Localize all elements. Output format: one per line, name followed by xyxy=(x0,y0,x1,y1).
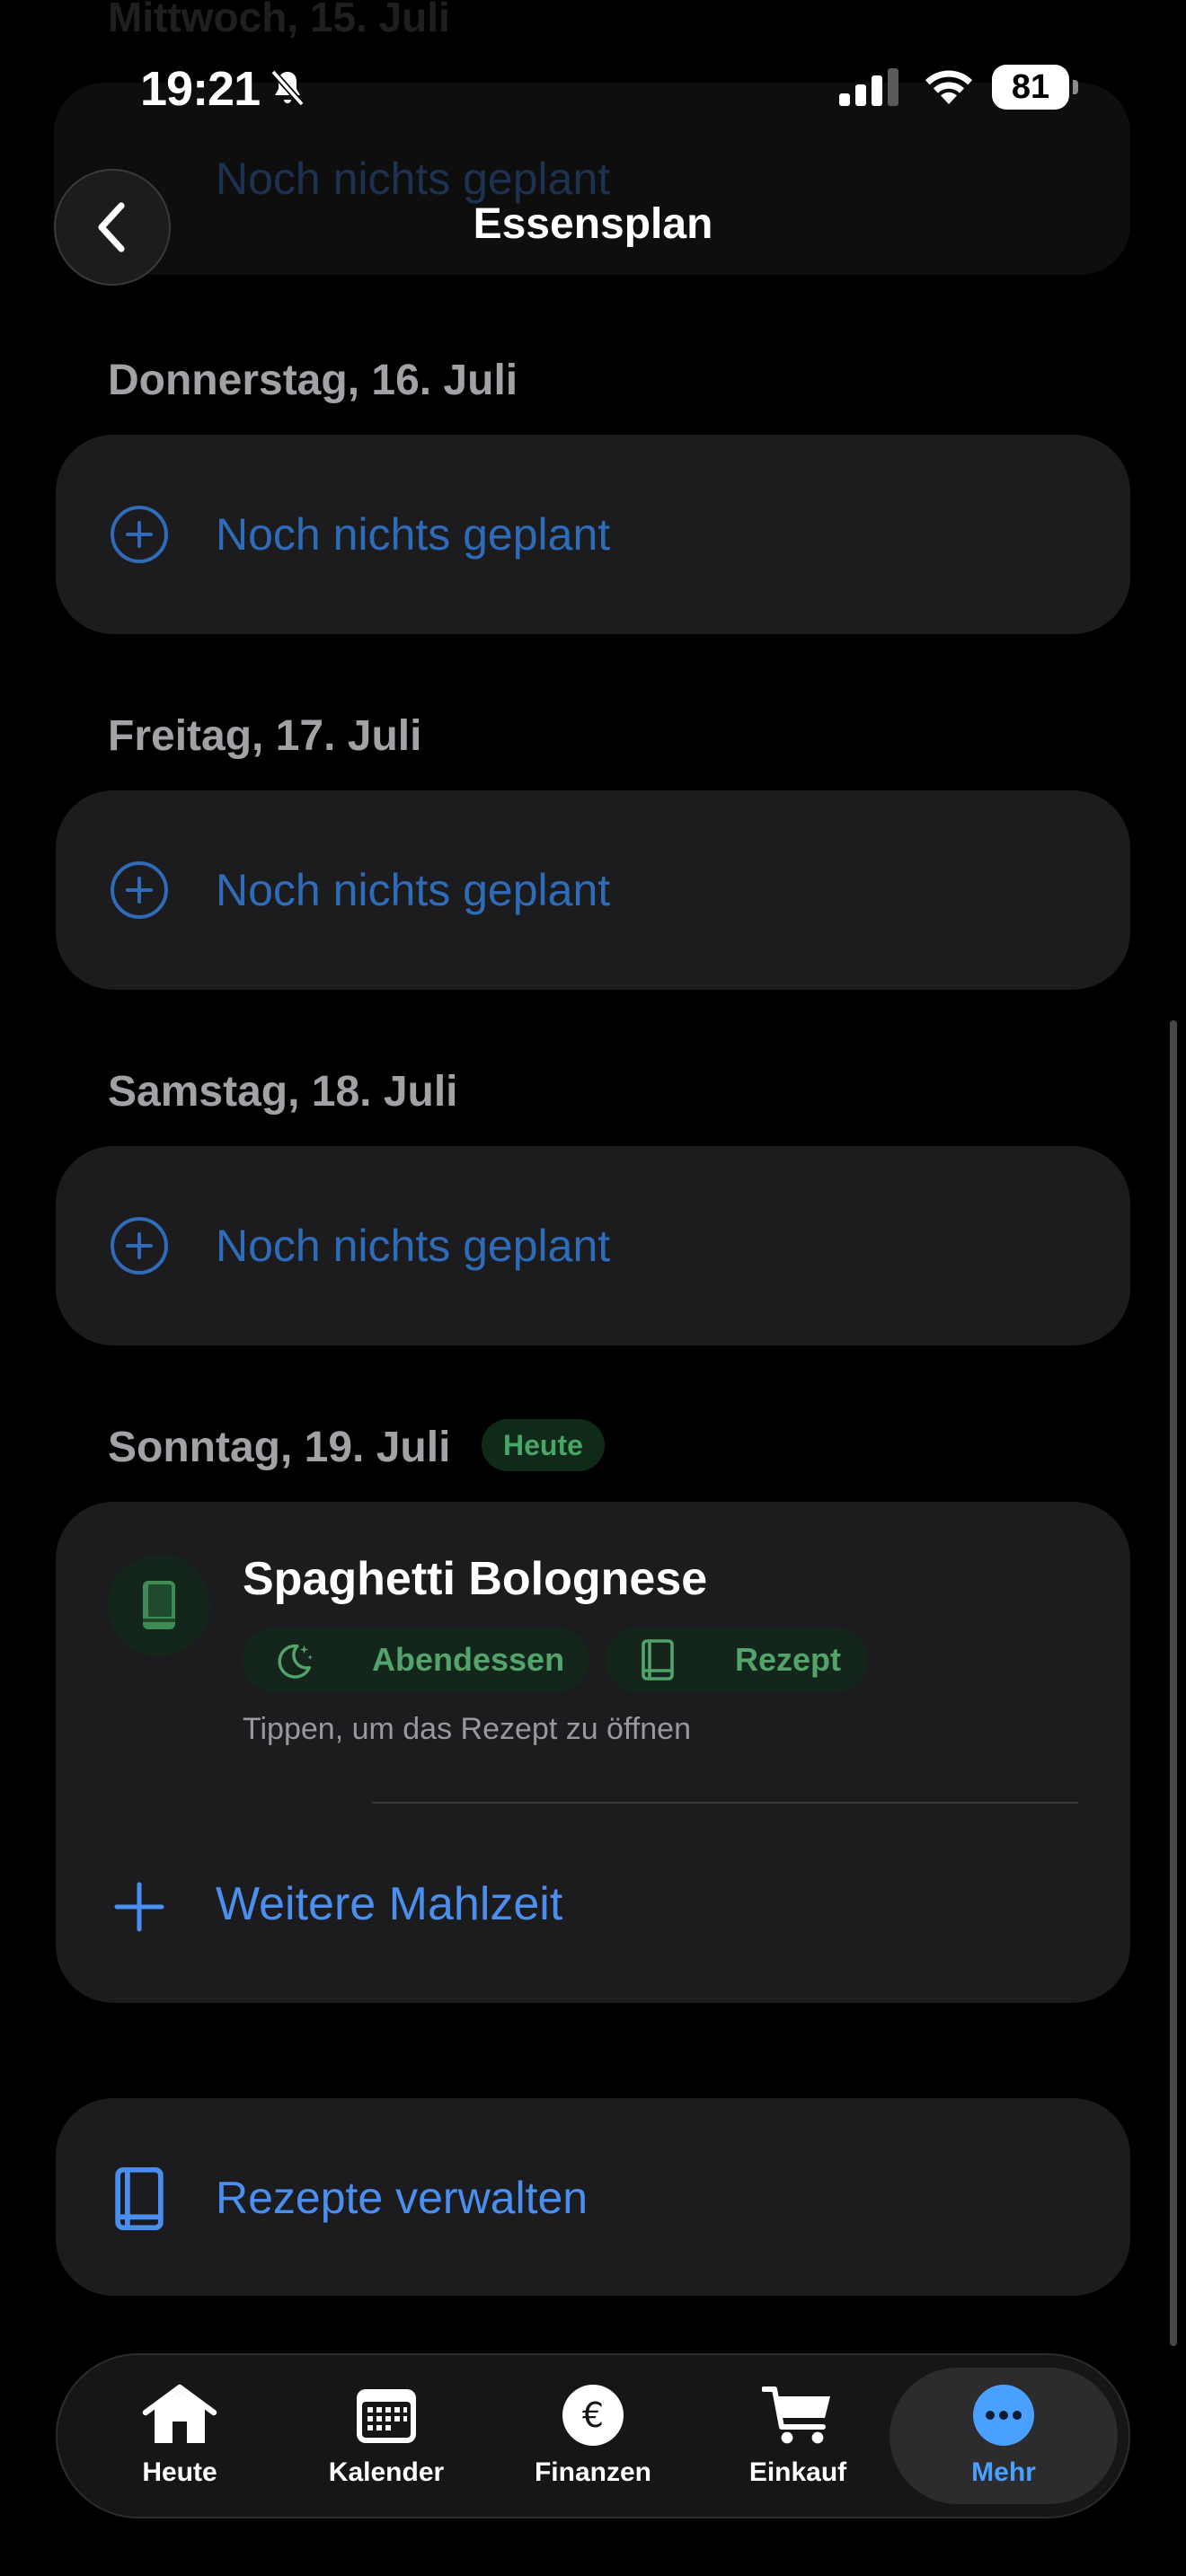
tab-mehr[interactable]: Mehr xyxy=(890,2368,1118,2504)
add-meal-link[interactable]: Noch nichts geplant xyxy=(216,508,610,560)
meal-type-chip: Abendessen xyxy=(243,1628,589,1692)
meal-title[interactable]: Spaghetti Bolognese xyxy=(243,1552,707,1606)
day-date: Donnerstag, 16. Juli xyxy=(108,357,518,404)
plus-circle-icon xyxy=(111,506,168,563)
status-time: 19:21 xyxy=(140,62,261,116)
tab-label: Mehr xyxy=(971,2457,1036,2487)
ellipsis-icon xyxy=(973,2385,1034,2446)
battery-level: 81 xyxy=(1011,68,1050,106)
calendar-icon xyxy=(357,2389,416,2443)
plus-circle-icon xyxy=(111,1217,168,1275)
today-badge: Heute xyxy=(482,1419,605,1471)
tab-heute[interactable]: Heute xyxy=(90,2368,270,2504)
euro-icon: € xyxy=(562,2385,624,2446)
tab-label: Kalender xyxy=(328,2457,445,2487)
scrollbar[interactable] xyxy=(1170,1020,1177,2346)
tab-kalender[interactable]: Kalender xyxy=(296,2368,476,2504)
tab-finanzen[interactable]: € Finanzen xyxy=(503,2368,683,2504)
today-date: Sonntag, 19. Juli xyxy=(108,1424,451,1471)
previous-day-empty-label: Noch nichts geplant xyxy=(216,154,611,204)
plus-icon xyxy=(114,1882,164,1932)
add-meal-link[interactable]: Noch nichts geplant xyxy=(216,1220,610,1272)
moon-stars-icon xyxy=(278,1644,314,1679)
divider xyxy=(372,1802,1078,1804)
page-title: Essensplan xyxy=(473,200,713,248)
plus-circle-icon xyxy=(111,861,168,919)
tab-label: Einkauf xyxy=(748,2457,847,2487)
meal-hint: Tippen, um das Rezept zu öffnen xyxy=(243,1712,691,1746)
meal-recipe-icon xyxy=(108,1554,210,1656)
cart-icon xyxy=(762,2386,830,2444)
book-icon xyxy=(642,1639,674,1681)
day-date: Samstag, 18. Juli xyxy=(108,1068,458,1116)
battery-indicator: 81 xyxy=(992,65,1078,111)
add-meal-button[interactable]: Weitere Mahlzeit xyxy=(216,1877,562,1931)
tab-einkauf[interactable]: Einkauf xyxy=(708,2368,888,2504)
add-meal-link[interactable]: Noch nichts geplant xyxy=(216,864,610,916)
previous-day-date: Mittwoch, 15. Juli xyxy=(108,0,450,40)
wifi-icon xyxy=(925,70,972,104)
cellular-signal-icon xyxy=(839,68,898,106)
tab-label: Finanzen xyxy=(534,2457,651,2487)
meal-type-label: Abendessen xyxy=(372,1641,565,1678)
book-icon xyxy=(115,2166,164,2231)
tab-label: Heute xyxy=(142,2457,217,2487)
bell-slash-icon xyxy=(270,69,305,107)
svg-text:€: € xyxy=(582,2395,604,2435)
manage-recipes-link[interactable]: Rezepte verwalten xyxy=(216,2172,588,2224)
recipe-source-label: Rezept xyxy=(735,1641,842,1678)
book-icon xyxy=(143,1581,175,1629)
day-date: Freitag, 17. Juli xyxy=(108,712,422,760)
recipe-source-chip: Rezept xyxy=(606,1628,868,1692)
house-icon xyxy=(142,2384,217,2443)
